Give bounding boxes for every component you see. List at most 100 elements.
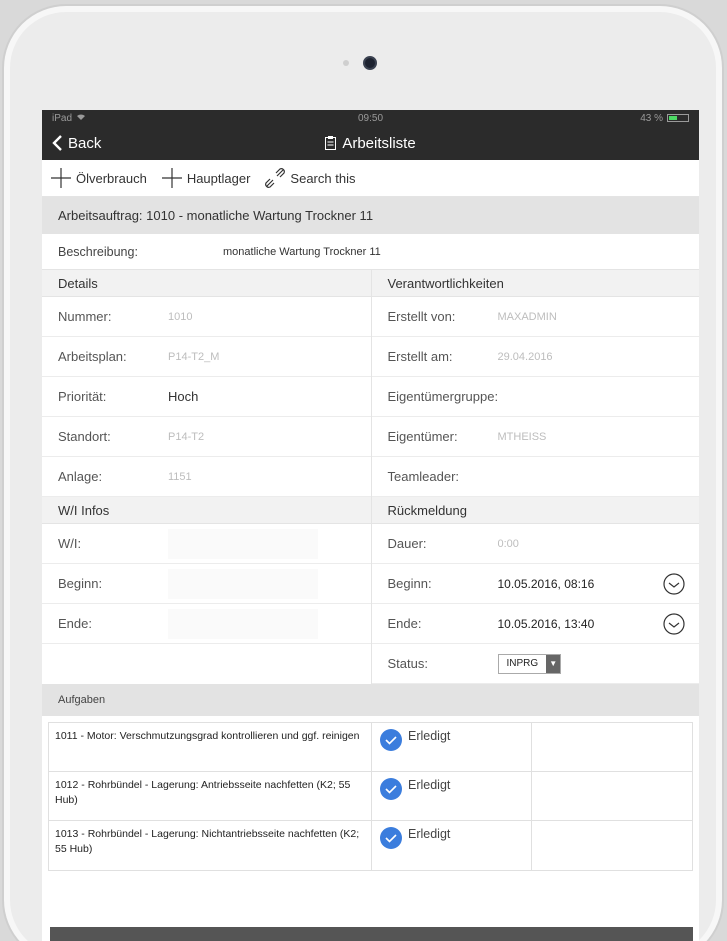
- oil-consumption-button[interactable]: Ölverbrauch: [50, 167, 147, 189]
- plus-icon: [161, 168, 182, 188]
- back-label: Back: [68, 134, 102, 152]
- bottom-action-bar[interactable]: [50, 927, 693, 941]
- wi-empty-row: [42, 644, 371, 684]
- detail-label: Priorität:: [58, 389, 107, 404]
- wi-begin-row: Beginn:: [42, 564, 371, 604]
- plus-icon: [51, 168, 71, 188]
- description-label: Beschreibung:: [58, 244, 138, 259]
- check-circle-icon: [380, 729, 402, 751]
- detail-value: 1151: [168, 470, 192, 483]
- resp-value: 29.04.2016: [497, 350, 553, 363]
- end-row: Ende: 10.05.2016, 13:40: [371, 604, 699, 644]
- task-row: 1012 - Rohrbündel - Lagerung: Antriebsse…: [49, 772, 692, 821]
- task-row: 1013 - Rohrbündel - Lagerung: Nichtantri…: [49, 821, 692, 870]
- wi-infos-column: W/I Infos W/I: Beginn: Ende:: [42, 497, 371, 684]
- tasks-table: 1011 - Motor: Verschmutzungsgrad kontrol…: [48, 722, 693, 871]
- detail-row-workplan: Arbeitsplan: P14-T2_M: [42, 337, 371, 377]
- resp-value: MTHEISS: [497, 430, 547, 443]
- feedback-title: Rückmeldung: [371, 497, 699, 524]
- battery-icon: [667, 114, 689, 122]
- chevron-down-icon: ▼: [546, 654, 561, 673]
- status-select[interactable]: INPRG ▼: [497, 653, 562, 674]
- task-text: 1012 - Rohrbündel - Lagerung: Antriebsse…: [49, 772, 372, 820]
- details-title: Details: [42, 270, 371, 297]
- search-this-button[interactable]: Search this: [264, 167, 355, 189]
- begin-row: Beginn: 10.05.2016, 08:16: [371, 564, 699, 604]
- back-button[interactable]: Back: [52, 135, 101, 152]
- wi-input[interactable]: [168, 528, 318, 559]
- task-text: 1013 - Rohrbündel - Lagerung: Nichtantri…: [49, 821, 372, 870]
- page-title: Arbeitsliste: [42, 135, 699, 152]
- wi-infos-title: W/I Infos: [42, 497, 371, 524]
- camera-icon: [363, 56, 377, 70]
- task-status-label: Erledigt: [408, 827, 451, 841]
- detail-value: P14-T2_M: [168, 350, 220, 363]
- status-value: INPRG: [506, 658, 539, 669]
- detail-label: Arbeitsplan:: [58, 349, 127, 364]
- task-status-button[interactable]: Erledigt: [372, 821, 532, 870]
- detail-row-number: Nummer: 1010: [42, 297, 371, 337]
- resp-row-created-on: Erstellt am: 29.04.2016: [371, 337, 699, 377]
- main-store-label: Hauptlager: [186, 170, 251, 186]
- navigation-bar: Back Arbeitsliste: [42, 126, 699, 160]
- description-value: monatliche Wartung Trockner 11: [223, 245, 381, 258]
- wi-end-input[interactable]: [168, 608, 318, 639]
- wi-begin-label: Beginn:: [58, 576, 103, 591]
- task-text: 1011 - Motor: Verschmutzungsgrad kontrol…: [49, 723, 372, 771]
- duration-row: Dauer: 0:00: [371, 524, 699, 564]
- end-value[interactable]: 10.05.2016, 13:40: [498, 617, 595, 631]
- duration-label: Dauer:: [387, 536, 427, 551]
- battery-level: [669, 116, 677, 120]
- detail-value: 1010: [168, 310, 193, 323]
- resp-label: Eigentümergruppe:: [387, 389, 499, 404]
- detail-label: Anlage:: [58, 469, 103, 484]
- task-row: 1011 - Motor: Verschmutzungsgrad kontrol…: [49, 723, 692, 772]
- clipboard-icon: [325, 136, 337, 150]
- resp-label: Teamleader:: [387, 469, 460, 484]
- clock-icon[interactable]: [663, 613, 685, 635]
- resp-row-owner: Eigentümer: MTHEISS: [371, 417, 699, 457]
- task-status-button[interactable]: Erledigt: [372, 772, 532, 820]
- wi-row: W/I:: [42, 524, 371, 564]
- resp-row-teamleader: Teamleader:: [371, 457, 699, 497]
- screen: iPad 09:50 43 % Back Arbeitsliste Ölverb…: [42, 110, 699, 941]
- detail-row-location: Standort: P14-T2: [42, 417, 371, 457]
- task-extra-cell: [532, 821, 692, 870]
- task-status-label: Erledigt: [408, 778, 451, 792]
- check-circle-icon: [380, 778, 402, 800]
- tasks-title: Aufgaben: [42, 684, 699, 716]
- detail-row-asset: Anlage: 1151: [42, 457, 371, 497]
- feedback-grid: W/I Infos W/I: Beginn: Ende: Rückmeldung: [42, 497, 699, 684]
- duration-value[interactable]: 0:00: [498, 538, 519, 550]
- resp-value: MAXADMIN: [497, 310, 557, 323]
- detail-row-priority: Priorität: Hoch: [42, 377, 371, 417]
- resp-label: Erstellt von:: [387, 309, 456, 324]
- device-frame: iPad 09:50 43 % Back Arbeitsliste Ölverb…: [0, 0, 727, 941]
- status-label: Status:: [387, 656, 428, 671]
- work-order-header: Arbeitsauftrag: 1010 - monatliche Wartun…: [42, 197, 699, 234]
- wi-label: W/I:: [58, 536, 82, 551]
- clock-icon[interactable]: [663, 573, 685, 595]
- check-circle-icon: [380, 827, 402, 849]
- detail-value: P14-T2: [168, 430, 205, 443]
- detail-value: Hoch: [168, 389, 199, 404]
- resp-row-created-by: Erstellt von: MAXADMIN: [371, 297, 699, 337]
- status-bar: iPad 09:50 43 %: [42, 110, 699, 126]
- task-status-button[interactable]: Erledigt: [372, 723, 532, 771]
- details-grid: Details Nummer: 1010 Arbeitsplan: P14-T2…: [42, 270, 699, 497]
- details-column: Details Nummer: 1010 Arbeitsplan: P14-T2…: [42, 270, 371, 497]
- feedback-column: Rückmeldung Dauer: 0:00 Beginn: 10.05.20…: [370, 497, 699, 684]
- oil-consumption-label: Ölverbrauch: [76, 170, 147, 186]
- search-this-label: Search this: [290, 170, 356, 186]
- resp-label: Eigentümer:: [387, 429, 458, 444]
- camera-sensor: [343, 60, 349, 66]
- responsibilities-column: Verantwortlichkeiten Erstellt von: MAXAD…: [370, 270, 699, 497]
- status-time: 09:50: [357, 112, 384, 124]
- begin-value[interactable]: 10.05.2016, 08:16: [498, 577, 595, 591]
- task-extra-cell: [532, 723, 692, 771]
- wi-begin-input[interactable]: [168, 568, 318, 599]
- wi-end-row: Ende:: [42, 604, 371, 644]
- description-row: Beschreibung: monatliche Wartung Trockne…: [42, 234, 699, 270]
- toolbar: Ölverbrauch Hauptlager Search this: [42, 160, 699, 197]
- main-store-button[interactable]: Hauptlager: [161, 167, 251, 189]
